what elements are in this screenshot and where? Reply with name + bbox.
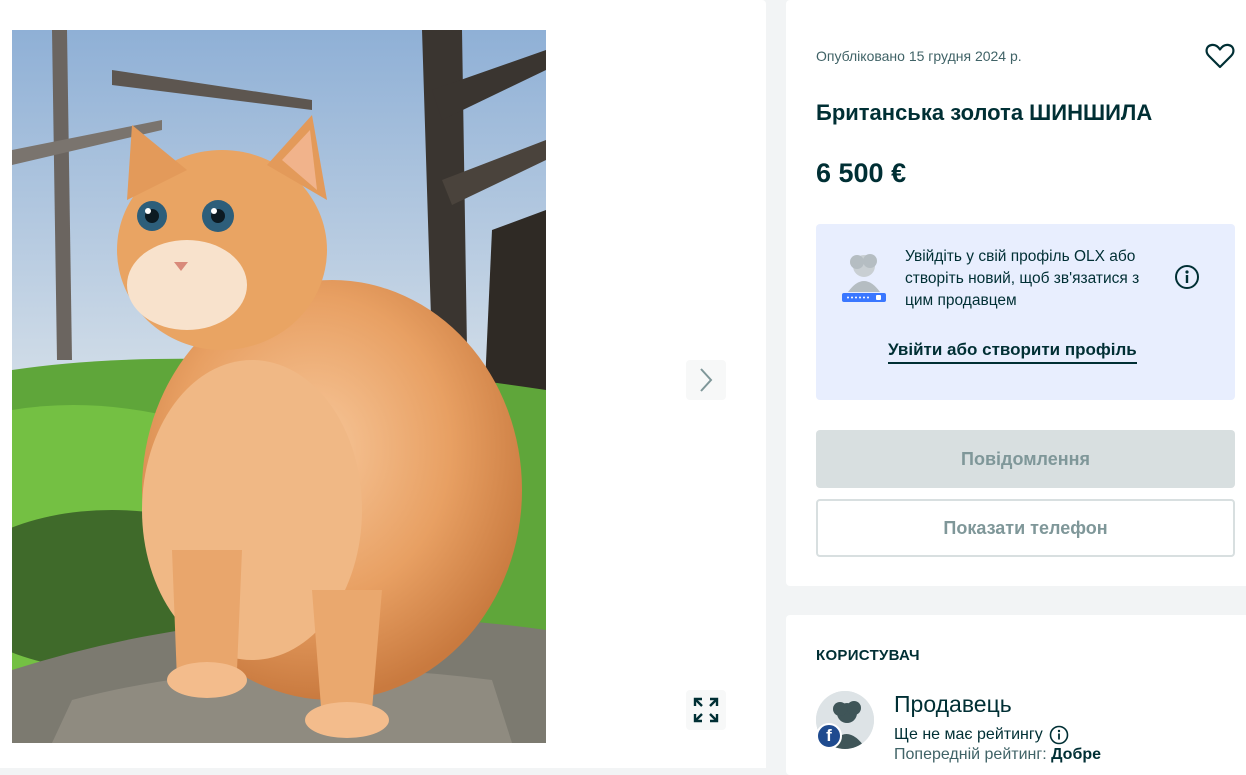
listing-card: Опубліковано 15 грудня 2024 р. Британськ…	[786, 0, 1246, 586]
show-phone-button[interactable]: Показати телефон	[816, 499, 1235, 557]
listing-title: Британська золота ШИНШИЛА	[816, 100, 1153, 125]
next-image-button[interactable]	[686, 360, 726, 400]
info-icon[interactable]	[1174, 264, 1200, 290]
login-link[interactable]: Увійти або створити профіль	[888, 340, 1137, 364]
cat-photo	[12, 30, 546, 743]
facebook-icon: f	[816, 723, 842, 749]
listing-photo[interactable]	[12, 30, 546, 743]
no-rating-text: Ще не має рейтингу	[894, 726, 1043, 743]
chevron-right-icon	[700, 368, 713, 392]
message-button[interactable]: Повідомлення	[816, 430, 1235, 488]
user-card: КОРИСТУВАЧ f Продавець Ще не має рейтинг…	[786, 615, 1246, 775]
expand-icon	[693, 697, 719, 723]
heart-icon	[1205, 43, 1235, 69]
previous-rating-label: Попередній рейтинг:	[894, 746, 1052, 763]
seller-name[interactable]: Продавець	[894, 691, 1012, 718]
fullscreen-button[interactable]	[686, 690, 726, 730]
rating-status: Ще не має рейтингу	[894, 725, 1069, 745]
image-gallery	[0, 0, 766, 768]
user-section-heading: КОРИСТУВАЧ	[816, 647, 920, 664]
previous-rating: Попередній рейтинг: Добре	[894, 746, 1101, 764]
rating-info-icon[interactable]	[1049, 725, 1069, 745]
favorite-button[interactable]	[1204, 40, 1236, 72]
login-prompt: Увійдіть у свій профіль OLX або створіть…	[816, 224, 1235, 400]
profile-illustration-icon	[842, 254, 886, 302]
published-date: Опубліковано 15 грудня 2024 р.	[816, 48, 1022, 64]
listing-price: 6 500 €	[816, 158, 907, 188]
previous-rating-value: Добре	[1051, 746, 1101, 763]
login-prompt-text: Увійдіть у свій профіль OLX або створіть…	[905, 248, 1140, 309]
